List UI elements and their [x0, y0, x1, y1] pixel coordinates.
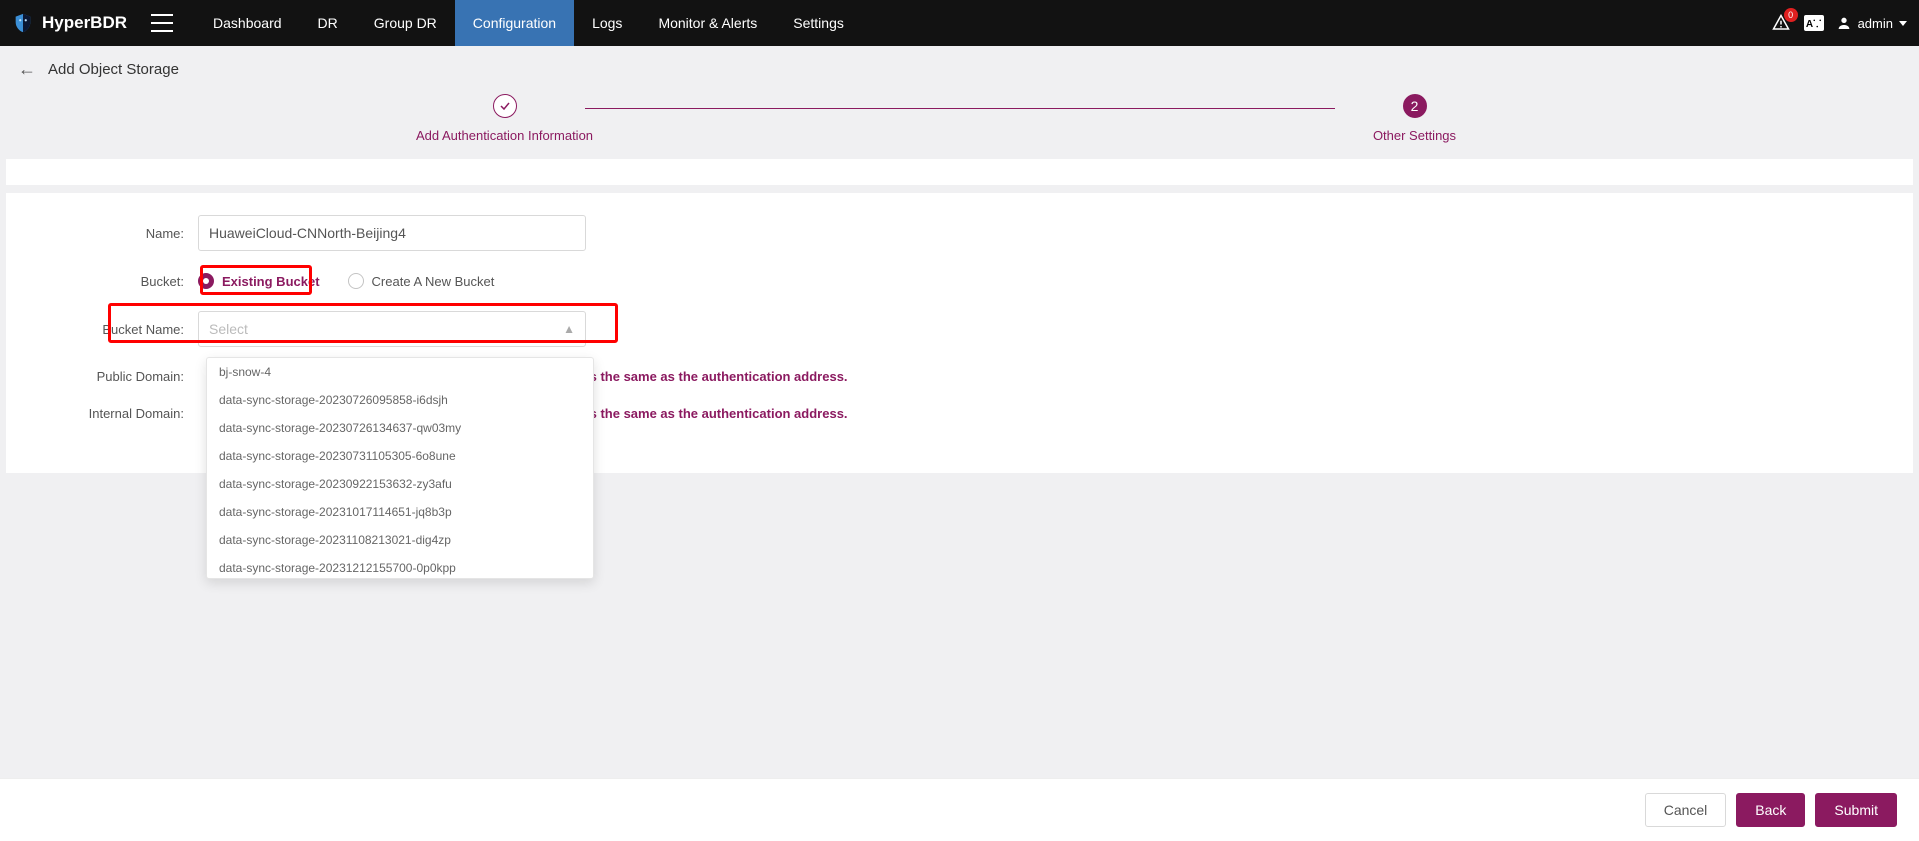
bucket-option[interactable]: data-sync-storage-20230731105305-6o8une — [207, 442, 593, 470]
notification-icon[interactable]: 0 — [1770, 12, 1792, 34]
radio-on-icon — [198, 273, 214, 289]
nav-monitor-alerts[interactable]: Monitor & Alerts — [640, 0, 775, 46]
bucket-option[interactable]: bj-snow-4 — [207, 358, 593, 386]
bucket-option[interactable]: data-sync-storage-20231212155700-0p0kpp — [207, 554, 593, 579]
bucket-radio-group: Existing Bucket Create A New Bucket — [198, 273, 494, 289]
step2-label: Other Settings — [1373, 128, 1456, 143]
bucket-option[interactable]: data-sync-storage-20230922153632-zy3afu — [207, 470, 593, 498]
nav-right: 0 A⸪ admin — [1770, 12, 1907, 34]
nav-group-dr[interactable]: Group DR — [356, 0, 455, 46]
notif-badge: 0 — [1784, 8, 1798, 22]
internal-domain-hint: is the same as the authentication addres… — [586, 406, 848, 421]
nav-settings[interactable]: Settings — [775, 0, 862, 46]
user-menu[interactable]: admin — [1836, 15, 1907, 31]
radio-existing-label: Existing Bucket — [222, 274, 320, 289]
step2-circle: 2 — [1403, 94, 1427, 118]
label-bucket: Bucket: — [26, 274, 198, 289]
bucket-name-placeholder: Select — [209, 321, 248, 337]
form-card: Name: Bucket: Existing Bucket Create A N… — [6, 193, 1913, 473]
user-icon — [1836, 15, 1852, 31]
nav-items: Dashboard DR Group DR Configuration Logs… — [195, 0, 862, 46]
public-domain-hint: is the same as the authentication addres… — [586, 369, 848, 384]
bucket-option[interactable]: data-sync-storage-20231108213021-dig4zp — [207, 526, 593, 554]
shield-icon — [12, 12, 34, 34]
submit-button[interactable]: Submit — [1815, 793, 1897, 827]
radio-off-icon — [348, 273, 364, 289]
user-name: admin — [1858, 16, 1893, 31]
spacer-strip — [6, 159, 1913, 185]
logo[interactable]: HyperBDR — [12, 12, 127, 34]
step1-circle — [493, 94, 517, 118]
row-bucket-name: Bucket Name: Select ▲ — [26, 311, 1893, 347]
bucket-name-dropdown[interactable]: bj-snow-4 data-sync-storage-202307260958… — [206, 357, 594, 579]
chevron-down-icon — [1899, 21, 1907, 26]
label-name: Name: — [26, 226, 198, 241]
stepper: Add Authentication Information 2 Other S… — [0, 88, 1919, 159]
row-bucket: Bucket: Existing Bucket Create A New Buc… — [26, 273, 1893, 289]
brand-name: HyperBDR — [42, 13, 127, 33]
step1-label: Add Authentication Information — [416, 128, 593, 143]
page-titlebar: ← Add Object Storage — [0, 46, 1919, 88]
label-bucket-name: Bucket Name: — [26, 322, 198, 337]
radio-create-label: Create A New Bucket — [372, 274, 495, 289]
top-nav: HyperBDR Dashboard DR Group DR Configura… — [0, 0, 1919, 46]
cancel-button[interactable]: Cancel — [1645, 793, 1727, 827]
back-arrow-icon[interactable]: ← — [18, 60, 36, 78]
row-name: Name: — [26, 215, 1893, 251]
step-other-settings: 2 Other Settings — [1335, 94, 1495, 143]
nav-dashboard[interactable]: Dashboard — [195, 0, 300, 46]
bucket-option[interactable]: data-sync-storage-20230726095858-i6dsjh — [207, 386, 593, 414]
nav-dr[interactable]: DR — [300, 0, 356, 46]
bucket-option[interactable]: data-sync-storage-20231017114651-jq8b3p — [207, 498, 593, 526]
nav-configuration[interactable]: Configuration — [455, 0, 574, 46]
form-wrap: Name: Bucket: Existing Bucket Create A N… — [26, 215, 1893, 421]
menu-toggle-icon[interactable] — [151, 14, 173, 32]
page-title: Add Object Storage — [48, 61, 179, 78]
step-line — [585, 108, 1335, 109]
bucket-option[interactable]: data-sync-storage-20230726134637-qw03my — [207, 414, 593, 442]
check-icon — [499, 100, 511, 112]
label-internal-domain: Internal Domain: — [26, 406, 198, 421]
label-public-domain: Public Domain: — [26, 369, 198, 384]
chevron-up-icon: ▲ — [563, 322, 575, 336]
back-button[interactable]: Back — [1736, 793, 1805, 827]
footer-bar: Cancel Back Submit — [0, 778, 1919, 841]
bucket-name-select[interactable]: Select ▲ — [198, 311, 586, 347]
radio-existing-bucket[interactable]: Existing Bucket — [198, 273, 320, 289]
name-input[interactable] — [198, 215, 586, 251]
nav-logs[interactable]: Logs — [574, 0, 640, 46]
lang-switch[interactable]: A⸪ — [1804, 15, 1824, 31]
radio-create-bucket[interactable]: Create A New Bucket — [348, 273, 495, 289]
step-auth-info: Add Authentication Information — [425, 94, 585, 143]
